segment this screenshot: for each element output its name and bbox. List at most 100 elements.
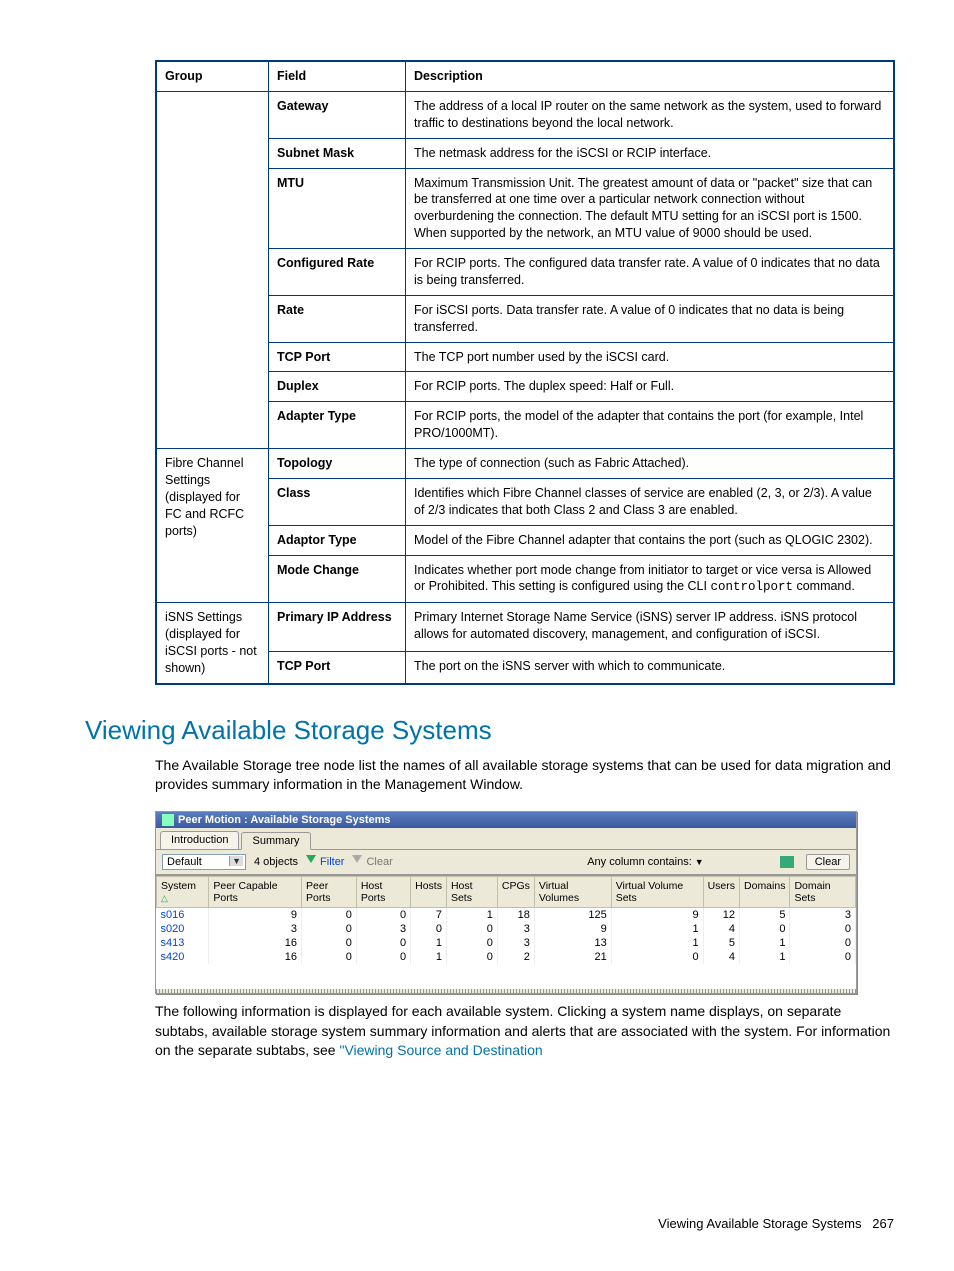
col-system[interactable]: System △ [157,876,209,907]
field-cell: Gateway [269,91,406,138]
window-icon [162,814,174,826]
data-cell: 1 [611,936,703,950]
clear-link[interactable]: Clear [352,855,392,868]
desc-cell: Identifies which Fibre Channel classes o… [406,478,895,525]
page-footer: Viewing Available Storage Systems 267 [658,1216,894,1231]
data-cell: 16 [209,936,302,950]
data-cell: 1 [740,936,790,950]
resize-handle[interactable] [156,989,856,993]
desc-cell: The netmask address for the iSCSI or RCI… [406,138,895,168]
field-cell: Mode Change [269,555,406,603]
col-domains[interactable]: Domains [740,876,790,907]
col-peer-ports[interactable]: Peer Ports [302,876,357,907]
col-hosts[interactable]: Hosts [411,876,447,907]
data-cell: 1 [446,907,497,922]
tab-summary[interactable]: Summary [241,832,310,850]
data-cell: 9 [611,907,703,922]
data-cell: 1 [740,950,790,964]
objects-count: 4 objects [254,856,298,868]
desc-cell: The port on the iSNS server with which t… [406,652,895,684]
field-cell: Adaptor Type [269,525,406,555]
col-users[interactable]: Users [703,876,739,907]
field-cell: TCP Port [269,652,406,684]
field-cell: TCP Port [269,342,406,372]
data-cell: 9 [209,907,302,922]
col-virtual-volumes[interactable]: Virtual Volumes [534,876,611,907]
data-cell: 1 [411,950,447,964]
data-cell: 5 [703,936,739,950]
system-link[interactable]: s420 [157,950,209,964]
available-storage-window: Peer Motion : Available Storage Systems … [155,811,857,994]
data-cell: 3 [497,922,534,936]
data-cell: 0 [302,950,357,964]
clear-filter-icon [352,855,364,865]
print-icon[interactable] [780,856,794,868]
desc-cell: For RCIP ports, the model of the adapter… [406,402,895,449]
desc-cell: Indicates whether port mode change from … [406,555,895,603]
desc-cell: For RCIP ports. The configured data tran… [406,249,895,296]
data-cell: 0 [446,950,497,964]
data-cell: 7 [411,907,447,922]
data-cell: 0 [356,936,410,950]
desc-cell: The type of connection (such as Fabric A… [406,449,895,479]
window-title: Peer Motion : Available Storage Systems [178,814,391,826]
xref-link[interactable]: "Viewing Source and Destination [339,1042,542,1058]
col-peer-capable-ports[interactable]: Peer Capable Ports [209,876,302,907]
data-cell: 3 [497,936,534,950]
col-host-ports[interactable]: Host Ports [356,876,410,907]
filter-icon [306,855,318,865]
clear-button[interactable]: Clear [806,854,850,870]
data-cell: 13 [534,936,611,950]
tab-introduction[interactable]: Introduction [160,831,239,849]
col-virtual-volume-sets[interactable]: Virtual Volume Sets [611,876,703,907]
th-field: Field [269,61,406,91]
col-domain-sets[interactable]: Domain Sets [790,876,856,907]
field-cell: Topology [269,449,406,479]
field-cell: Rate [269,295,406,342]
th-description: Description [406,61,895,91]
field-cell: Adapter Type [269,402,406,449]
data-cell: 9 [534,922,611,936]
col-host-sets[interactable]: Host Sets [446,876,497,907]
table-row: s02030300391400 [157,922,856,936]
settings-table: Group Field Description Gateway The addr… [155,60,895,685]
system-link[interactable]: s016 [157,907,209,922]
data-cell: 0 [790,922,856,936]
column-contains-dropdown[interactable]: Any column contains: ▼ [587,856,703,868]
table-row: s4131600103131510 [157,936,856,950]
data-cell: 0 [356,950,410,964]
desc-cell: Model of the Fibre Channel adapter that … [406,525,895,555]
chevron-down-icon: ▼ [695,857,704,867]
field-cell: Class [269,478,406,525]
data-cell: 3 [790,907,856,922]
field-cell: Configured Rate [269,249,406,296]
intro-paragraph: The Available Storage tree node list the… [155,756,895,795]
followup-paragraph: The following information is displayed f… [155,1002,895,1061]
data-cell: 0 [302,907,357,922]
toolbar: Default 4 objects Filter Clear Any colum… [156,850,856,875]
system-link[interactable]: s413 [157,936,209,950]
data-cell: 0 [611,950,703,964]
th-group: Group [156,61,269,91]
data-cell: 125 [534,907,611,922]
desc-cell: For RCIP ports. The duplex speed: Half o… [406,372,895,402]
system-link[interactable]: s020 [157,922,209,936]
tab-strip: Introduction Summary [156,828,856,850]
data-cell: 0 [302,922,357,936]
data-cell: 18 [497,907,534,922]
col-cpgs[interactable]: CPGs [497,876,534,907]
sort-asc-icon: △ [161,893,168,903]
data-cell: 0 [446,922,497,936]
desc-cell: Primary Internet Storage Name Service (i… [406,603,895,652]
table-row: s4201600102210410 [157,950,856,964]
data-cell: 1 [411,936,447,950]
data-cell: 0 [790,936,856,950]
field-cell: Subnet Mask [269,138,406,168]
section-heading: Viewing Available Storage Systems [85,715,894,746]
filter-link[interactable]: Filter [306,855,344,868]
field-cell: MTU [269,168,406,249]
data-cell: 0 [411,922,447,936]
filter-dropdown[interactable]: Default [162,854,246,870]
group-cell: Fibre Channel Settings (displayed for FC… [156,449,269,603]
desc-cell: The TCP port number used by the iSCSI ca… [406,342,895,372]
